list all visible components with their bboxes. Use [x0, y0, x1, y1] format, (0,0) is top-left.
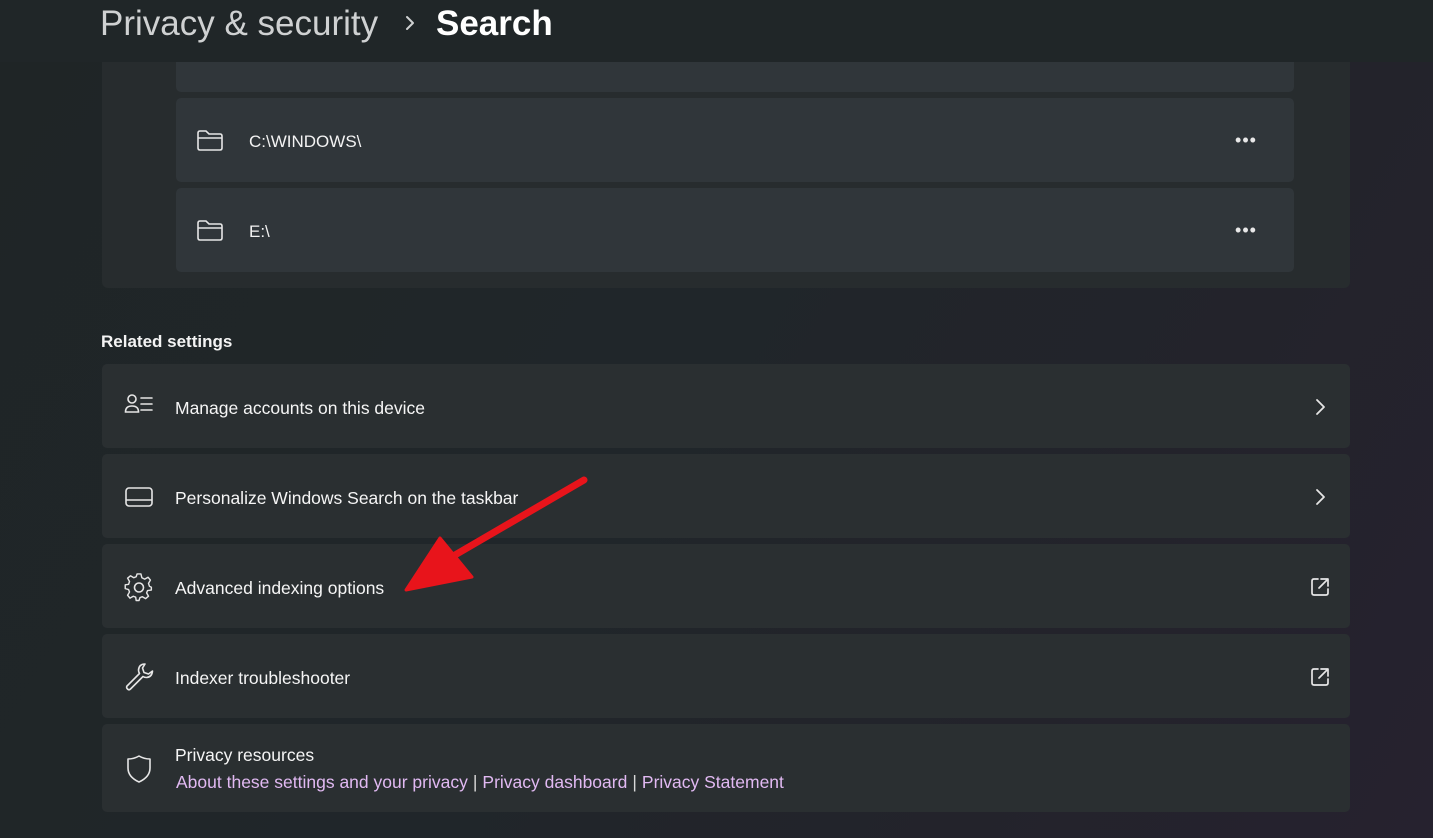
folder-row: E:\ ••• — [176, 188, 1294, 272]
page-title: Search — [436, 4, 553, 43]
advanced-indexing-options-link[interactable]: Advanced indexing options — [102, 544, 1350, 628]
chevron-right-icon — [1316, 399, 1325, 415]
breadcrumb-parent[interactable]: Privacy & security — [100, 4, 378, 44]
gear-icon — [124, 573, 153, 602]
privacy-links: About these settings and your privacy | Pr… — [176, 772, 784, 793]
more-options-icon: ••• — [1235, 129, 1257, 150]
more-options-button[interactable]: ••• — [1226, 126, 1266, 154]
personalize-search-taskbar-link[interactable]: Personalize Windows Search on the taskba… — [102, 454, 1350, 538]
wrench-icon — [125, 663, 154, 691]
accounts-icon — [124, 394, 153, 413]
link-separator: | — [632, 772, 637, 792]
card-label: Indexer troubleshooter — [175, 668, 351, 688]
card-label: Advanced indexing options — [175, 578, 385, 598]
manage-accounts-link[interactable]: Manage accounts on this device — [102, 364, 1350, 448]
external-link-icon — [1311, 578, 1329, 596]
chevron-right-icon — [1316, 489, 1325, 505]
folder-icon — [197, 130, 223, 151]
title-bar: Privacy & security Search — [0, 0, 1433, 62]
link-separator: | — [472, 772, 478, 792]
folder-icon — [197, 220, 223, 241]
privacy-resources-title: Privacy resources — [175, 745, 315, 765]
privacy-statement-link[interactable]: Privacy Statement — [642, 772, 784, 792]
privacy-dashboard-link[interactable]: Privacy dashboard — [482, 772, 627, 792]
folder-path: E:\ — [249, 222, 270, 241]
folder-path: C:\WINDOWS\ — [249, 132, 362, 151]
taskbar-icon — [125, 487, 153, 507]
external-link-icon — [1311, 668, 1329, 686]
more-options-icon: ••• — [1235, 219, 1257, 240]
about-settings-privacy-link[interactable]: About these settings and your privacy — [176, 772, 468, 792]
shield-icon — [127, 755, 151, 783]
folder-row: C:\WINDOWS\ ••• — [176, 98, 1294, 182]
privacy-resources-card: Privacy resources About these settings a… — [102, 724, 1350, 812]
related-settings-heading: Related settings — [101, 332, 233, 351]
card-label: Personalize Windows Search on the taskba… — [175, 488, 519, 508]
indexer-troubleshooter-link[interactable]: Indexer troubleshooter — [102, 634, 1350, 718]
card-label: Manage accounts on this device — [175, 398, 426, 418]
more-options-button[interactable]: ••• — [1226, 216, 1266, 244]
folder-row-partial — [176, 62, 1294, 92]
breadcrumb-chevron-icon — [406, 16, 414, 30]
